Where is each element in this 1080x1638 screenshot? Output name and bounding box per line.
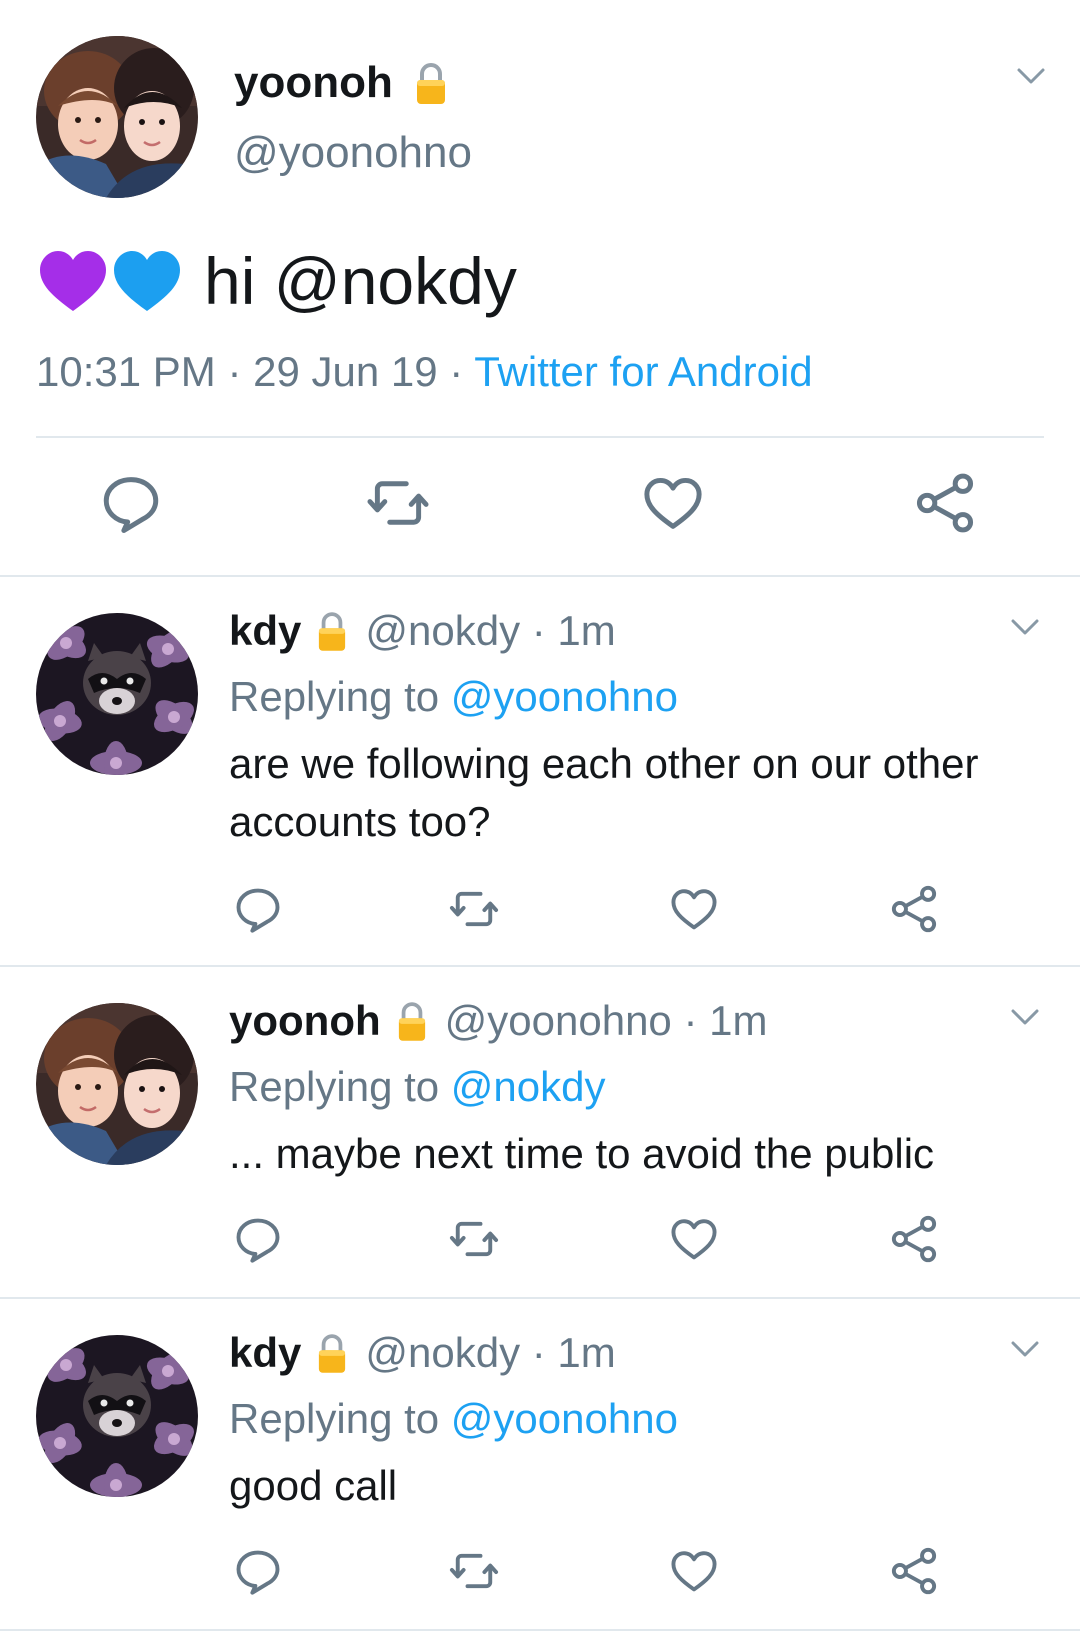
- lock-icon: [397, 1000, 427, 1042]
- reply-icon[interactable]: [98, 470, 164, 536]
- lock-icon: [415, 61, 447, 105]
- reply-tweet[interactable]: kdy @nokdy · 1m Replying to @yoonohno are…: [0, 577, 1080, 967]
- heart-icon[interactable]: [640, 470, 706, 536]
- reply-tweet[interactable]: yoonoh @yoonohno · 1m Replying to @nokdy …: [0, 967, 1080, 1299]
- replying-to-link[interactable]: @yoonohno: [451, 1395, 678, 1442]
- author-name[interactable]: yoonoh: [229, 997, 381, 1045]
- blue-heart-icon: [114, 251, 180, 311]
- avatar[interactable]: [36, 1335, 198, 1497]
- tweet-text: good call: [229, 1462, 398, 1509]
- mention-link[interactable]: @nokdy: [274, 243, 517, 319]
- share-icon[interactable]: [888, 883, 940, 935]
- tweet-text-prefix: hi: [204, 244, 274, 318]
- replying-label: Replying to: [229, 673, 451, 720]
- main-tweet[interactable]: yoonoh @yoonohno hi @nokdy 10:31 PM · 29…: [0, 0, 1080, 577]
- chevron-down-icon[interactable]: [1016, 66, 1046, 86]
- retweet-icon[interactable]: [365, 470, 431, 536]
- meta-separator: ·: [437, 348, 475, 395]
- share-icon[interactable]: [888, 1545, 940, 1597]
- lock-icon: [317, 1332, 347, 1374]
- retweet-icon[interactable]: [448, 883, 500, 935]
- tweet-date: 29 Jun 19: [253, 348, 438, 395]
- tweet-age: 1m: [557, 607, 616, 654]
- heart-icon[interactable]: [668, 1545, 720, 1597]
- reply-tweet[interactable]: kdy @nokdy · 1m Replying to @yoonohno goo…: [0, 1299, 1080, 1631]
- author-name[interactable]: yoonoh: [234, 58, 393, 108]
- retweet-icon[interactable]: [448, 1213, 500, 1265]
- tweet-header: kdy @nokdy · 1m: [229, 607, 616, 655]
- tweet-text: are we following each other on our other…: [229, 740, 979, 845]
- author-name[interactable]: kdy: [229, 1329, 301, 1377]
- tweet-age: 1m: [557, 1329, 616, 1376]
- chevron-down-icon[interactable]: [1010, 617, 1040, 637]
- meta-separator: ·: [671, 997, 710, 1044]
- meta-separator: ·: [520, 607, 558, 654]
- replying-to: Replying to @yoonohno: [229, 673, 678, 721]
- avatar[interactable]: [36, 613, 198, 775]
- author-handle[interactable]: @nokdy: [365, 607, 520, 655]
- chevron-down-icon[interactable]: [1010, 1339, 1040, 1359]
- share-icon[interactable]: [888, 1213, 940, 1265]
- emoji-hearts: [36, 248, 184, 314]
- author-handle[interactable]: @nokdy: [365, 1329, 520, 1377]
- author-handle[interactable]: @yoonohno: [234, 128, 472, 178]
- purple-heart-icon: [40, 251, 106, 311]
- retweet-icon[interactable]: [448, 1545, 500, 1597]
- replying-to: Replying to @yoonohno: [229, 1395, 678, 1443]
- chevron-down-icon[interactable]: [1010, 1007, 1040, 1027]
- action-bar: [0, 470, 1080, 540]
- share-icon[interactable]: [912, 470, 978, 536]
- tweet-age: 1m: [709, 997, 768, 1044]
- meta-separator: ·: [215, 348, 254, 395]
- replying-label: Replying to: [229, 1395, 451, 1442]
- heart-icon[interactable]: [668, 883, 720, 935]
- heart-icon[interactable]: [668, 1213, 720, 1265]
- tweet-meta: 10:31 PM · 29 Jun 19 · Twitter for Andro…: [36, 348, 813, 396]
- tweet-time: 10:31 PM: [36, 348, 216, 395]
- replying-label: Replying to: [229, 1063, 451, 1110]
- avatar[interactable]: [36, 36, 198, 198]
- author-handle[interactable]: @yoonohno: [445, 997, 672, 1045]
- meta-separator: ·: [520, 1329, 558, 1376]
- author-row: yoonoh: [234, 58, 447, 108]
- replying-to-link[interactable]: @yoonohno: [451, 673, 678, 720]
- reply-icon[interactable]: [232, 1213, 284, 1265]
- tweet-header: kdy @nokdy · 1m: [229, 1329, 616, 1377]
- replying-to: Replying to @nokdy: [229, 1063, 606, 1111]
- tweet-text: hi @nokdy: [36, 243, 517, 319]
- reply-icon[interactable]: [232, 1545, 284, 1597]
- tweet-text: ... maybe next time to avoid the public: [229, 1130, 935, 1177]
- replying-to-link[interactable]: @nokdy: [451, 1063, 606, 1110]
- tweet-source-link[interactable]: Twitter for Android: [474, 348, 812, 395]
- lock-icon: [317, 610, 347, 652]
- tweet-header: yoonoh @yoonohno · 1m: [229, 997, 767, 1045]
- reply-icon[interactable]: [232, 883, 284, 935]
- divider: [36, 436, 1044, 438]
- author-name[interactable]: kdy: [229, 607, 301, 655]
- avatar[interactable]: [36, 1003, 198, 1165]
